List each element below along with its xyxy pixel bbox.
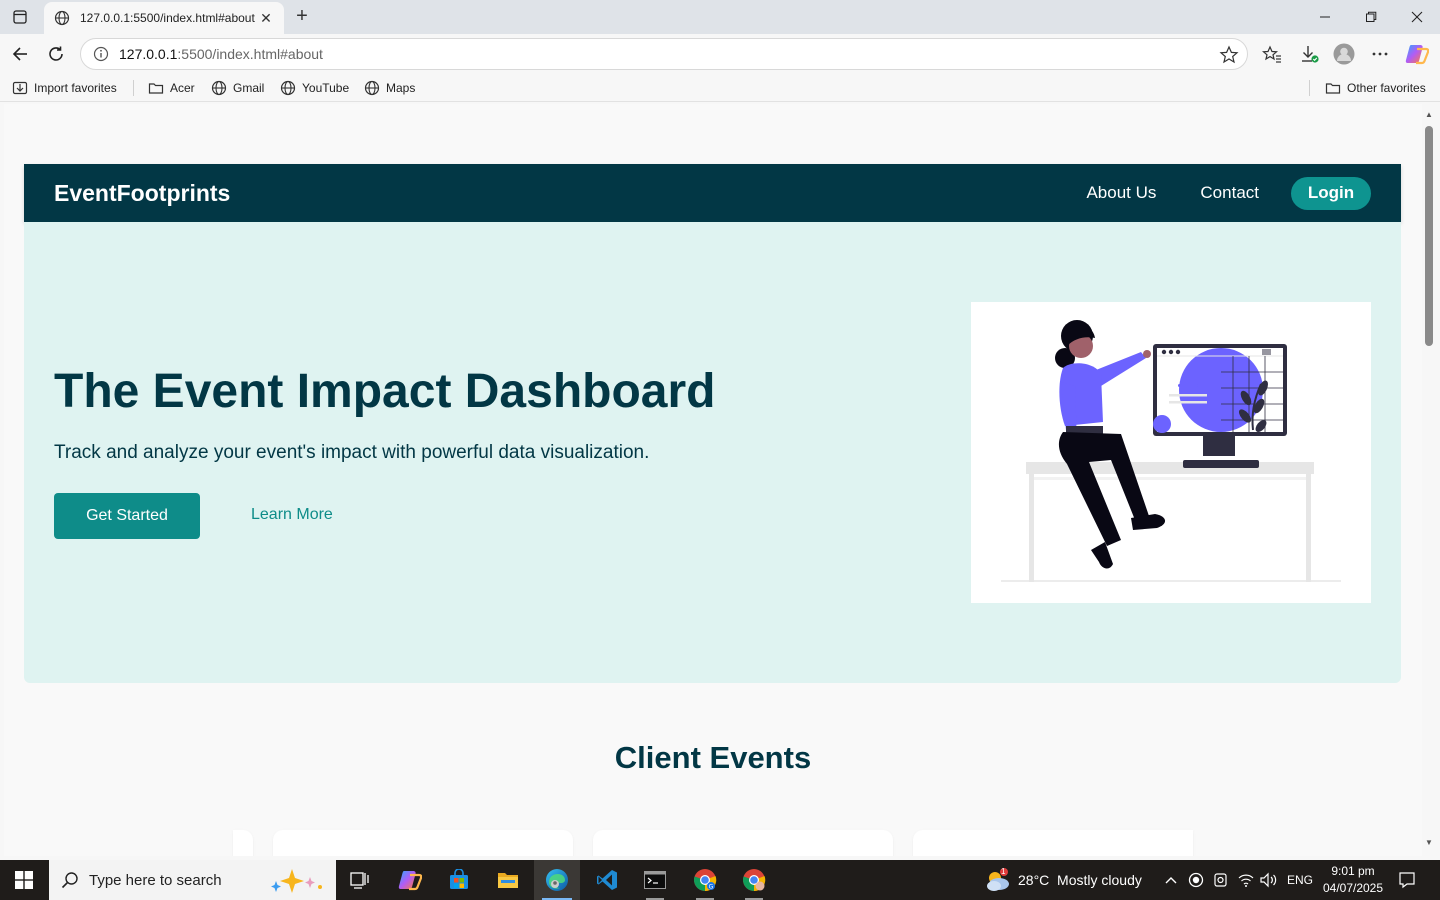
- other-favorites[interactable]: Other favorites: [1325, 79, 1426, 97]
- copilot-sparkle-icon: [271, 869, 322, 893]
- edge-browser-icon[interactable]: [534, 860, 580, 900]
- site-info-icon[interactable]: [93, 46, 109, 62]
- show-hidden-icons[interactable]: [1164, 860, 1178, 900]
- address-bar[interactable]: 127.0.0.1:5500/index.html#about: [80, 38, 1248, 70]
- event-card[interactable]: [233, 830, 253, 856]
- new-tab-button[interactable]: +: [291, 6, 313, 28]
- scroll-down-icon[interactable]: ▼: [1424, 838, 1434, 848]
- login-button[interactable]: Login: [1291, 176, 1371, 210]
- clock-date: 04/07/2025: [1322, 881, 1384, 895]
- cloudy-weather-icon: [987, 868, 1009, 891]
- search-icon: [61, 872, 78, 889]
- wifi-icon[interactable]: [1238, 860, 1254, 900]
- folder-icon: [148, 83, 164, 94]
- client-events-heading: Client Events: [614, 740, 812, 775]
- favorite-maps[interactable]: Maps: [364, 79, 415, 97]
- favorite-gmail[interactable]: Gmail: [211, 79, 264, 97]
- restore-button[interactable]: [1348, 4, 1394, 30]
- taskbar-search[interactable]: Type here to search: [49, 860, 336, 900]
- globe-icon: [54, 10, 70, 26]
- brand-logo[interactable]: EventFootprints: [54, 180, 230, 207]
- favorite-label: Import favorites: [34, 81, 117, 95]
- copilot-icon[interactable]: [1404, 42, 1430, 66]
- chrome-icon[interactable]: [731, 860, 777, 900]
- svg-text:G: G: [709, 884, 714, 891]
- event-card[interactable]: [913, 830, 1193, 856]
- favorites-divider: [1309, 80, 1310, 96]
- event-card[interactable]: [593, 830, 893, 856]
- nav-about-link[interactable]: About Us: [1086, 183, 1156, 203]
- search-placeholder: Type here to search: [89, 871, 222, 889]
- url-host: 127.0.0.1: [119, 46, 178, 62]
- import-icon: [12, 81, 28, 95]
- chrome-profile-icon[interactable]: G: [682, 860, 728, 900]
- favorite-import[interactable]: Import favorites: [12, 79, 117, 97]
- taskbar-clock[interactable]: 9:01 pm 04/07/2025: [1318, 863, 1388, 897]
- microsoft-store-icon[interactable]: [436, 860, 482, 900]
- event-card[interactable]: [273, 830, 573, 856]
- nav-links: About Us Contact Login: [1042, 176, 1371, 210]
- profile-avatar[interactable]: [1331, 42, 1357, 66]
- favorite-youtube[interactable]: YouTube: [280, 79, 349, 97]
- favorites-icon[interactable]: [1259, 42, 1285, 66]
- notifications-icon[interactable]: [1398, 860, 1416, 900]
- weather-widget[interactable]: 1 28°C Mostly cloudy: [984, 860, 1142, 900]
- vscode-icon[interactable]: [584, 860, 630, 900]
- address-toolbar: 127.0.0.1:5500/index.html#about: [0, 34, 1440, 74]
- clock-time: 9:01 pm: [1331, 864, 1375, 878]
- windows-taskbar: Type here to search G 1 28°C Mostly clou…: [0, 860, 1440, 900]
- tab-strip: 127.0.0.1:5500/index.html#about ✕ +: [0, 0, 1440, 34]
- globe-icon: [364, 80, 380, 96]
- page-viewport: EventFootprints About Us Contact Login T…: [4, 104, 1422, 856]
- tab-actions-icon[interactable]: [8, 6, 32, 28]
- file-explorer-icon[interactable]: [485, 860, 531, 900]
- folder-icon: [1325, 83, 1341, 94]
- start-button[interactable]: [0, 860, 48, 900]
- downloads-icon[interactable]: [1296, 42, 1322, 66]
- other-favorites-label: Other favorites: [1347, 81, 1426, 95]
- hero-title: The Event Impact Dashboard: [54, 365, 716, 418]
- hero-subtitle: Track and analyze your event's impact wi…: [54, 442, 650, 463]
- back-button[interactable]: [7, 42, 33, 66]
- favorite-acer[interactable]: Acer: [148, 79, 195, 97]
- favorite-label: Gmail: [233, 81, 265, 95]
- globe-icon: [280, 80, 296, 96]
- site-navbar: EventFootprints About Us Contact Login: [24, 164, 1401, 222]
- record-icon[interactable]: [1188, 860, 1204, 900]
- favorite-label: YouTube: [302, 81, 350, 95]
- close-tab-icon[interactable]: ✕: [258, 10, 274, 26]
- terminal-icon[interactable]: [632, 860, 678, 900]
- favorite-label: Maps: [386, 81, 416, 95]
- nav-contact-link[interactable]: Contact: [1200, 183, 1259, 203]
- task-view-icon[interactable]: [337, 860, 383, 900]
- star-icon[interactable]: [1219, 45, 1239, 65]
- hero-section: The Event Impact Dashboard Track and ana…: [24, 222, 1401, 683]
- volume-icon[interactable]: [1260, 860, 1278, 900]
- refresh-button[interactable]: [43, 42, 69, 66]
- weather-text: 28°C Mostly cloudy: [1018, 872, 1142, 888]
- url-path: :5500/index.html#about: [177, 46, 323, 62]
- browser-tab[interactable]: 127.0.0.1:5500/index.html#about ✕: [44, 2, 284, 34]
- copilot-app-icon[interactable]: [387, 860, 433, 900]
- get-started-button[interactable]: Get Started: [54, 493, 200, 539]
- language-indicator[interactable]: ENG: [1287, 860, 1313, 900]
- scroll-up-icon[interactable]: ▲: [1424, 110, 1434, 120]
- more-menu-icon[interactable]: [1367, 42, 1393, 66]
- page-scrollbar[interactable]: ▲ ▼: [1422, 104, 1436, 856]
- weather-badge: 1: [1001, 867, 1006, 876]
- favorites-bar: Import favorites Acer Gmail YouTube Maps…: [0, 74, 1440, 102]
- close-window-button[interactable]: [1394, 4, 1440, 30]
- scroll-thumb[interactable]: [1425, 126, 1433, 346]
- camera-icon[interactable]: [1213, 860, 1229, 900]
- favorites-divider: [133, 80, 134, 96]
- minimize-button[interactable]: [1302, 4, 1348, 30]
- globe-icon: [211, 80, 227, 96]
- hero-illustration: [971, 302, 1371, 603]
- favorite-label: Acer: [170, 81, 195, 95]
- tab-title: 127.0.0.1:5500/index.html#about: [80, 11, 255, 25]
- language-text: ENG: [1287, 873, 1314, 887]
- learn-more-link[interactable]: Learn More: [251, 506, 333, 524]
